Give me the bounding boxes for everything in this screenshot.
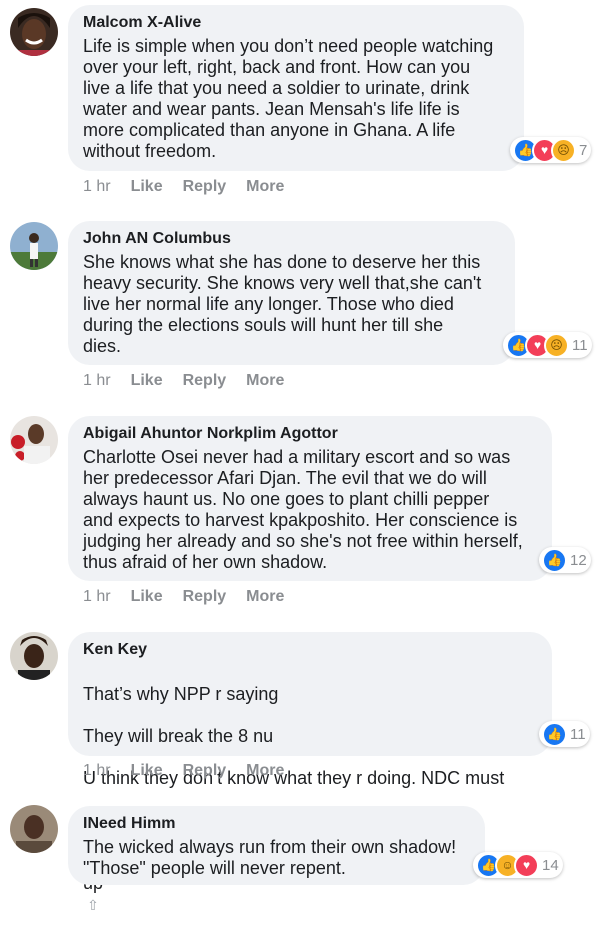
- reaction-count: 7: [579, 141, 588, 159]
- comment-bubble: John AN Columbus She knows what she has …: [68, 221, 515, 365]
- comment-actions: 1 hr Like Reply More: [83, 588, 304, 606]
- comment-author[interactable]: John AN Columbus: [83, 229, 500, 249]
- comment-text: The wicked always run from their own sha…: [83, 837, 457, 878]
- comment-author[interactable]: INeed Himm: [83, 814, 470, 834]
- comment-actions: 1 hr Like Reply More: [83, 178, 304, 196]
- more-button[interactable]: More: [246, 588, 284, 606]
- comment-text: She knows what she has done to deserve h…: [83, 252, 482, 356]
- top-arrow-emoji-icon: ⇧: [87, 897, 99, 913]
- reaction-count: 11: [570, 725, 586, 743]
- comment-timestamp[interactable]: 1 hr: [83, 762, 111, 780]
- sad-icon: ☹: [551, 137, 576, 163]
- like-icon: 👍: [542, 721, 567, 747]
- reaction-summary[interactable]: 👍 ♥ ☹ 11: [503, 332, 592, 358]
- like-button[interactable]: Like: [131, 178, 163, 196]
- like-icon: 👍: [542, 547, 567, 573]
- comment-timestamp[interactable]: 1 hr: [83, 178, 111, 196]
- avatar[interactable]: [10, 416, 58, 464]
- like-button[interactable]: Like: [131, 372, 163, 390]
- comment-author[interactable]: Ken Key: [83, 640, 537, 660]
- comment-text: Life is simple when you don’t need peopl…: [83, 36, 494, 161]
- comment-actions: 1 hr Like Reply More: [83, 762, 304, 780]
- reply-button[interactable]: Reply: [183, 762, 227, 780]
- reaction-summary[interactable]: 👍 ☺ ♥ 14: [473, 852, 563, 878]
- comment-text: Charlotte Osei never had a military esco…: [83, 447, 523, 572]
- sad-icon: ☹: [544, 332, 569, 358]
- comment-bubble: INeed Himm The wicked always run from th…: [68, 806, 485, 885]
- love-icon: ♥: [514, 852, 539, 878]
- more-button[interactable]: More: [246, 372, 284, 390]
- avatar[interactable]: [10, 632, 58, 680]
- reaction-summary[interactable]: 👍 12: [539, 547, 591, 573]
- reaction-count: 12: [570, 551, 587, 569]
- reply-button[interactable]: Reply: [183, 372, 227, 390]
- reaction-summary[interactable]: 👍 11: [539, 721, 590, 747]
- avatar[interactable]: [10, 805, 58, 853]
- like-button[interactable]: Like: [131, 588, 163, 606]
- comment-bubble: Ken Key That’s why NPP r saying They wil…: [68, 632, 552, 913]
- comment-timestamp[interactable]: 1 hr: [83, 372, 111, 390]
- avatar[interactable]: [10, 8, 58, 56]
- like-button[interactable]: Like: [131, 762, 163, 780]
- comment-timestamp[interactable]: 1 hr: [83, 588, 111, 606]
- reaction-summary[interactable]: 👍 ♥ ☹ 7: [510, 137, 592, 163]
- comment-bubble: Malcom X-Alive Life is simple when you d…: [68, 5, 524, 171]
- comment-text-line: That’s why NPP r saying: [83, 684, 279, 704]
- reply-button[interactable]: Reply: [183, 178, 227, 196]
- comment-author[interactable]: Malcom X-Alive: [83, 13, 509, 33]
- more-button[interactable]: More: [246, 762, 284, 780]
- comment-actions: 1 hr Like Reply More: [83, 372, 304, 390]
- comment-text-line: They will break the 8 nu: [83, 726, 274, 746]
- more-button[interactable]: More: [246, 178, 284, 196]
- comment-text: That’s why NPP r saying They will break …: [83, 663, 537, 937]
- reply-button[interactable]: Reply: [183, 588, 227, 606]
- comment-author[interactable]: Abigail Ahuntor Norkplim Agottor: [83, 424, 537, 444]
- comment-bubble: Abigail Ahuntor Norkplim Agottor Charlot…: [68, 416, 552, 581]
- reaction-count: 11: [572, 336, 588, 354]
- reaction-count: 14: [542, 856, 559, 874]
- avatar[interactable]: [10, 222, 58, 270]
